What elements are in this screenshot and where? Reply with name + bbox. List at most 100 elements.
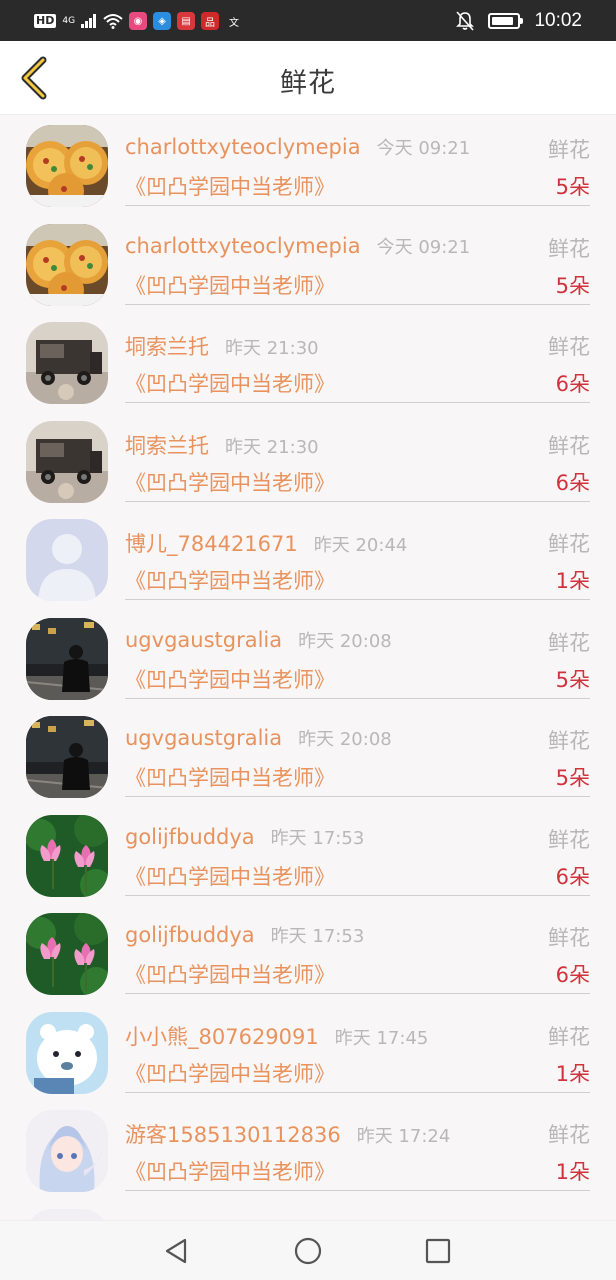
book-title[interactable]: 《凹凸学园中当老师》 — [125, 1058, 335, 1088]
avatar[interactable] — [26, 1110, 108, 1192]
gift-type: 鲜花 — [548, 236, 590, 261]
gift-type: 鲜花 — [548, 827, 590, 852]
avatar[interactable] — [26, 814, 108, 897]
nav-back-button[interactable] — [160, 1235, 192, 1267]
gift-type: 鲜花 — [548, 138, 590, 162]
username[interactable]: 垌索兰托 昨天 21:30 — [125, 331, 319, 361]
timestamp: 昨天 20:08 — [298, 729, 392, 750]
signal-icon — [81, 14, 97, 28]
username[interactable]: golijfbuddya 昨天 17:53 — [125, 824, 364, 850]
nav-home-button[interactable] — [292, 1235, 324, 1267]
username[interactable]: 博儿_784421671 昨天 20:44 — [125, 528, 407, 558]
avatar[interactable] — [26, 125, 108, 207]
list-item[interactable]: ugvgaustgralia 昨天 20:08 鲜花《凹凸学园中当老师》 5朵 — [0, 707, 616, 806]
book-title[interactable]: 《凹凸学园中当老师》 — [125, 565, 335, 595]
timestamp: 昨天 21:30 — [225, 436, 319, 458]
list-item[interactable]: 垌索兰托 昨天 21:30 鲜花《凹凸学园中当老师》 6朵 — [0, 313, 616, 412]
username[interactable]: 垌索兰托 昨天 21:30 — [125, 430, 319, 460]
gift-type: 鲜花 — [548, 532, 590, 556]
username[interactable]: ugvgaustgralia 昨天 20:08 — [125, 627, 392, 653]
gift-type: 鲜花 — [548, 729, 590, 753]
system-nav-bar — [0, 1220, 616, 1280]
app-notification-icon: ◉ — [129, 12, 148, 30]
username-text: 博儿_784421671 — [125, 532, 298, 556]
flower-count: 6朵 — [555, 372, 590, 396]
list-item-body: 垌索兰托 昨天 21:30 鲜花《凹凸学园中当老师》 6朵 — [125, 313, 590, 403]
list-item[interactable]: 垌索兰托 昨天 21:30 鲜花《凹凸学园中当老师》 6朵 — [0, 412, 616, 511]
gift-type: 鲜花 — [548, 1024, 590, 1049]
username-text: charlottxyteoclymepia — [125, 233, 361, 258]
clock: 10:02 — [534, 10, 582, 31]
gift-type: 鲜花 — [548, 433, 590, 458]
avatar[interactable] — [26, 617, 108, 700]
translate-notification-icon: 文 — [229, 17, 240, 29]
list-item[interactable]: charlottxyteoclymepia 今天 09:21 鲜花《凹凸学园中当老师… — [0, 116, 616, 215]
avatar[interactable] — [26, 716, 108, 798]
flower-count: 1朵 — [555, 1061, 590, 1086]
list-item-body: 游客1585130112836 昨天 17:24 鲜花 《凹凸学园中当老师》 1朵 — [125, 1101, 590, 1191]
nav-recent-button[interactable] — [422, 1235, 454, 1267]
username-text: golijfbuddya — [125, 824, 255, 849]
avatar[interactable] — [26, 1208, 108, 1220]
list-item[interactable]: charlottxyteoclymepia 今天 09:21 鲜花《凹凸学园中当老师… — [0, 215, 616, 314]
list-item-body: charlottxyteoclymepia 今天 09:21 鲜花《凹凸学园中当老师… — [125, 215, 590, 305]
flower-count: 5朵 — [555, 667, 590, 692]
avatar[interactable] — [26, 223, 108, 306]
username-text: 小小熊_807629091 — [125, 1024, 319, 1049]
avatar[interactable] — [26, 420, 108, 503]
square-recent-icon — [425, 1238, 451, 1264]
username[interactable]: charlottxyteoclymepia 今天 09:21 — [125, 233, 470, 259]
book-title[interactable]: 《凹凸学园中当老师》 — [125, 368, 335, 398]
list-item[interactable]: golijfbuddya 昨天 17:53 鲜花 《凹凸学园中当老师》 6朵 — [0, 904, 616, 1003]
book-title[interactable]: 《凹凸学园中当老师》 — [125, 959, 335, 989]
book-title[interactable]: 《凹凸学园中当老师》 — [125, 467, 335, 497]
book-title[interactable]: 《凹凸学园中当老师》 — [125, 762, 335, 792]
username[interactable]: 小小熊_807629091 昨天 17:45 — [125, 1021, 428, 1051]
mute-bell-icon — [456, 11, 475, 31]
list-item[interactable] — [0, 1200, 616, 1220]
book-title[interactable]: 《凹凸学园中当老师》 — [125, 861, 335, 891]
timestamp: 昨天 21:30 — [225, 338, 319, 359]
flower-count: 5朵 — [555, 766, 590, 790]
list-item-body: 小小熊_807629091 昨天 17:45 鲜花《凹凸学园中当老师》 1朵 — [125, 1003, 590, 1093]
battery-level — [492, 17, 513, 25]
avatar[interactable] — [26, 1011, 108, 1094]
timestamp: 昨天 20:08 — [298, 630, 392, 652]
list-item[interactable]: ugvgaustgralia 昨天 20:08 鲜花 《凹凸学园中当老师》 5朵 — [0, 609, 616, 708]
list-item[interactable]: 小小熊_807629091 昨天 17:45 鲜花《凹凸学园中当老师》 1朵 — [0, 1003, 616, 1102]
username[interactable]: golijfbuddya 昨天 17:53 — [125, 922, 364, 948]
book-title[interactable]: 《凹凸学园中当老师》 — [125, 664, 335, 694]
book-title[interactable]: 《凹凸学园中当老师》 — [125, 270, 335, 300]
flower-count: 1朵 — [555, 1160, 590, 1184]
list-item[interactable]: 博儿_784421671 昨天 20:44 鲜花 《凹凸学园中当老师》 1朵 — [0, 510, 616, 609]
avatar[interactable] — [26, 322, 108, 404]
gift-type: 鲜花 — [548, 335, 590, 359]
flower-count: 6朵 — [555, 470, 590, 495]
username[interactable]: charlottxyteoclymepia 今天 09:21 — [125, 134, 470, 160]
hd-icon: HD — [34, 14, 57, 28]
avatar[interactable] — [26, 913, 108, 995]
flower-count: 6朵 — [555, 963, 590, 987]
list-item-body: 垌索兰托 昨天 21:30 鲜花《凹凸学园中当老师》 6朵 — [125, 412, 590, 502]
triangle-back-icon — [165, 1238, 187, 1264]
list-item-body: ugvgaustgralia 昨天 20:08 鲜花《凹凸学园中当老师》 5朵 — [125, 707, 590, 797]
browser-notification-icon: ◈ — [153, 12, 172, 30]
flower-count: 5朵 — [555, 273, 590, 298]
timestamp: 今天 09:21 — [376, 138, 471, 159]
network-type: 4G — [62, 16, 76, 26]
avatar[interactable] — [26, 519, 108, 601]
list-item[interactable]: 游客1585130112836 昨天 17:24 鲜花 《凹凸学园中当老师》 1朵 — [0, 1101, 616, 1200]
timestamp: 今天 09:21 — [376, 236, 471, 258]
timestamp: 昨天 20:44 — [313, 535, 408, 556]
timestamp: 昨天 17:53 — [270, 827, 365, 849]
username-text: ugvgaustgralia — [125, 726, 283, 750]
flower-record-list[interactable]: charlottxyteoclymepia 今天 09:21 鲜花 《凹凸学园中当老师… — [0, 116, 616, 1220]
username[interactable]: 游客1585130112836 昨天 17:24 — [125, 1119, 450, 1149]
username[interactable]: ugvgaustgralia 昨天 20:08 — [125, 725, 392, 751]
book-title[interactable]: 《凹凸学园中当老师》 — [125, 1156, 335, 1186]
news-notification-icon: ▤ — [177, 12, 196, 30]
book-title[interactable]: 《凹凸学园中当老师》 — [125, 171, 335, 201]
timestamp: 昨天 17:45 — [334, 1027, 429, 1049]
list-item-body: ugvgaustgralia 昨天 20:08 鲜花 《凹凸学园中当老师》 5朵 — [125, 609, 590, 699]
list-item[interactable]: golijfbuddya 昨天 17:53 鲜花 《凹凸学园中当老师》 6朵 — [0, 806, 616, 905]
